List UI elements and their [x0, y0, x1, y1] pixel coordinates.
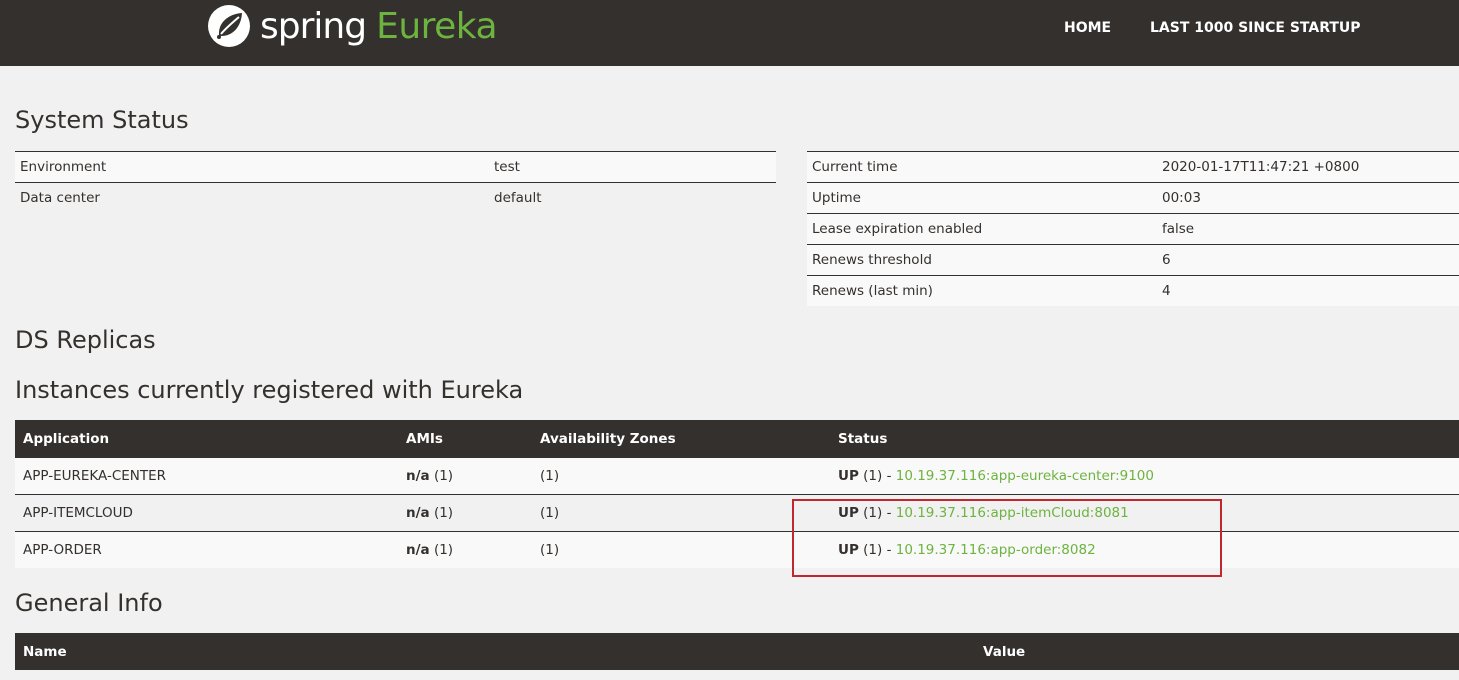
- column-header-zones: Availability Zones: [532, 420, 830, 458]
- table-row: APP-ORDER n/a (1) (1) UP (1) - 10.19.37.…: [15, 531, 1459, 568]
- instances-table: Application AMIs Availability Zones Stat…: [15, 420, 1459, 568]
- nav-last-1000-link[interactable]: LAST 1000 SINCE STARTUP: [1150, 20, 1361, 36]
- system-status-heading: System Status: [15, 106, 189, 134]
- zones-cell: (1): [532, 531, 830, 568]
- logo-eureka-text: Eureka: [376, 5, 498, 47]
- amis-count: (1): [429, 468, 454, 484]
- status-cell: UP (1) - 10.19.37.116:app-eureka-center:…: [830, 457, 1459, 495]
- ds-replicas-heading: DS Replicas: [15, 326, 156, 354]
- column-header-name: Name: [15, 633, 975, 670]
- table-header-row: Name Value: [15, 633, 1459, 670]
- status-count: (1) -: [858, 542, 896, 558]
- amis-value: n/a: [406, 542, 430, 558]
- application-name: APP-ORDER: [15, 531, 398, 568]
- table-row: Renews (last min) 4: [807, 275, 1459, 306]
- system-status-left-table: Environment test Data center default: [15, 151, 776, 213]
- zones-cell: (1): [532, 457, 830, 495]
- amis-value: n/a: [406, 468, 430, 484]
- spring-eureka-logo[interactable]: spring Eureka: [206, 2, 498, 50]
- status-key: Uptime: [807, 182, 1157, 214]
- nav-home-link[interactable]: HOME: [1064, 20, 1111, 36]
- instance-link[interactable]: 10.19.37.116:app-itemCloud:8081: [896, 505, 1129, 521]
- table-row: APP-ITEMCLOUD n/a (1) (1) UP (1) - 10.19…: [15, 494, 1459, 532]
- status-up: UP: [838, 542, 859, 558]
- instance-link[interactable]: 10.19.37.116:app-order:8082: [896, 542, 1096, 558]
- table-row: APP-EUREKA-CENTER n/a (1) (1) UP (1) - 1…: [15, 457, 1459, 495]
- table-header-row: Application AMIs Availability Zones Stat…: [15, 420, 1459, 458]
- top-navbar: spring Eureka HOME LAST 1000 SINCE START…: [0, 0, 1459, 66]
- column-header-amis: AMIs: [398, 420, 532, 458]
- table-row: Uptime 00:03: [807, 182, 1459, 214]
- status-key: Lease expiration enabled: [807, 213, 1157, 245]
- status-value: false: [1157, 213, 1459, 245]
- amis-count: (1): [429, 542, 454, 558]
- general-info-heading: General Info: [15, 589, 163, 617]
- instance-link[interactable]: 10.19.37.116:app-eureka-center:9100: [896, 468, 1154, 484]
- column-header-status: Status: [830, 420, 1459, 458]
- status-key: Environment: [15, 151, 489, 183]
- system-status-right-table: Current time 2020-01-17T11:47:21 +0800 U…: [807, 151, 1459, 306]
- column-header-application: Application: [15, 420, 398, 458]
- status-value: 4: [1157, 275, 1459, 306]
- zones-cell: (1): [532, 494, 830, 532]
- application-name: APP-EUREKA-CENTER: [15, 457, 398, 495]
- table-row: Current time 2020-01-17T11:47:21 +0800: [807, 151, 1459, 183]
- status-value: 00:03: [1157, 182, 1459, 214]
- table-row: Data center default: [15, 182, 776, 213]
- status-up: UP: [838, 505, 859, 521]
- status-key: Data center: [15, 182, 489, 213]
- status-value: 2020-01-17T11:47:21 +0800: [1157, 151, 1459, 183]
- spring-leaf-icon: [208, 5, 250, 47]
- status-cell: UP (1) - 10.19.37.116:app-order:8082: [830, 531, 1459, 568]
- status-value: 6: [1157, 244, 1459, 276]
- amis-count: (1): [429, 505, 454, 521]
- table-row: Environment test: [15, 151, 776, 183]
- status-value: default: [489, 182, 776, 213]
- status-key: Renews (last min): [807, 275, 1157, 306]
- instances-heading: Instances currently registered with Eure…: [15, 376, 524, 404]
- application-name: APP-ITEMCLOUD: [15, 494, 398, 532]
- amis-value: n/a: [406, 505, 430, 521]
- status-value: test: [489, 151, 776, 183]
- status-cell: UP (1) - 10.19.37.116:app-itemCloud:8081: [830, 494, 1459, 532]
- status-key: Current time: [807, 151, 1157, 183]
- status-count: (1) -: [858, 505, 896, 521]
- amis-cell: n/a (1): [398, 457, 532, 495]
- table-row: Lease expiration enabled false: [807, 213, 1459, 245]
- status-count: (1) -: [858, 468, 896, 484]
- column-header-value: Value: [975, 633, 1459, 670]
- amis-cell: n/a (1): [398, 494, 532, 532]
- table-row: Renews threshold 6: [807, 244, 1459, 276]
- logo-spring-text: spring: [260, 5, 367, 47]
- status-key: Renews threshold: [807, 244, 1157, 276]
- general-info-table: Name Value: [15, 633, 1459, 670]
- status-up: UP: [838, 468, 859, 484]
- amis-cell: n/a (1): [398, 531, 532, 568]
